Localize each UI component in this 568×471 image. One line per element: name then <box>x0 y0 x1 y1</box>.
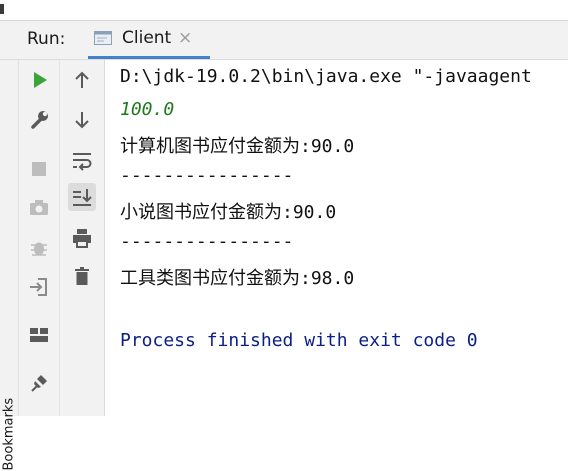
rerun-icon[interactable] <box>25 66 53 94</box>
top-strip-marker <box>0 4 4 14</box>
console-line-command: D:\jdk-19.0.2\bin\java.exe "-javaagent <box>120 66 532 87</box>
console-line-separator: ---------------- <box>120 231 294 252</box>
console-tab-icon <box>94 30 112 46</box>
pin-icon[interactable] <box>25 369 53 397</box>
run-label: Run: <box>27 29 66 49</box>
console-line-separator: ---------------- <box>120 165 294 186</box>
print-icon[interactable] <box>68 224 96 252</box>
bug-icon[interactable] <box>25 234 53 262</box>
console-actions-column <box>60 60 105 416</box>
console-line-output: 计算机图书应付金额为:90.0 <box>120 136 355 157</box>
console-line-output: 工具类图书应付金额为:98.0 <box>120 268 355 289</box>
close-icon[interactable]: × <box>178 28 192 48</box>
console-line-output: 100.0 <box>120 99 175 120</box>
scroll-to-end-icon[interactable] <box>68 183 96 211</box>
console-line-process-exit: Process finished with exit code 0 <box>120 330 478 351</box>
wrench-icon[interactable] <box>25 106 53 134</box>
layout-icon[interactable] <box>25 321 53 349</box>
console-line-output: 小说图书应付金额为:90.0 <box>120 202 337 223</box>
top-strip <box>0 0 568 21</box>
console-output[interactable]: D:\jdk-19.0.2\bin\java.exe "-javaagent 1… <box>105 60 568 416</box>
left-tool-strip: Bookmarks <box>0 60 19 471</box>
arrow-down-icon[interactable] <box>68 106 96 134</box>
tab-client[interactable]: Client × <box>88 21 210 59</box>
soft-wrap-icon[interactable] <box>68 146 96 174</box>
trash-icon[interactable] <box>68 262 96 290</box>
tab-title: Client <box>122 28 172 48</box>
camera-icon[interactable] <box>25 194 53 222</box>
stop-icon[interactable] <box>25 155 53 183</box>
run-actions-column <box>19 60 60 416</box>
bookmarks-tab[interactable]: Bookmarks <box>2 398 17 471</box>
arrow-up-icon[interactable] <box>68 66 96 94</box>
run-toolbar: Run: Client × <box>0 21 568 60</box>
login-icon[interactable] <box>25 273 53 301</box>
